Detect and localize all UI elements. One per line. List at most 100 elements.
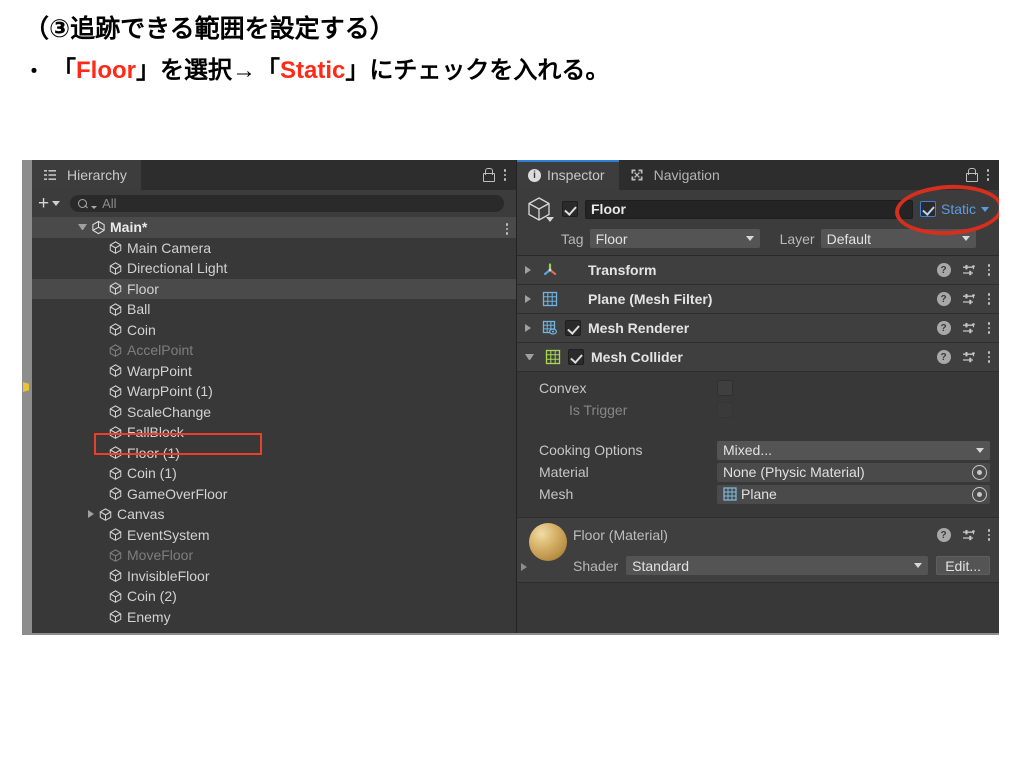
hierarchy-item-gameoverfloor[interactable]: GameOverFloor [32,484,516,505]
component-row-plane-mesh-filter[interactable]: Plane (Mesh Filter)? [517,285,999,314]
window-scrollbar[interactable] [22,160,32,633]
tab-inspector-label: Inspector [547,167,605,183]
lock-icon[interactable] [965,168,978,182]
component-enabled-checkbox[interactable] [565,320,581,336]
hierarchy-search-input[interactable]: All [70,195,504,212]
chevron-down-icon[interactable] [525,354,534,360]
chevron-right-icon[interactable] [525,324,531,332]
component-row-mesh-renderer[interactable]: Mesh Renderer? [517,314,999,343]
tab-hierarchy[interactable]: Hierarchy [32,160,141,190]
hierarchy-item-label: Floor [127,280,159,297]
component-list: Transform? Plane (Mesh Filter)? Mesh Ren… [517,256,999,372]
hierarchy-item-floor-1[interactable]: Floor (1) [32,443,516,464]
hierarchy-item-warppoint-1[interactable]: WarpPoint (1) [32,381,516,402]
is-trigger-checkbox [717,402,733,418]
tag-layer-row: Tag Floor Layer Default [525,229,991,248]
hierarchy-item-canvas[interactable]: Canvas [32,504,516,525]
hierarchy-tree[interactable]: Main* Main Camera Directional Light Floo… [32,217,516,633]
cooking-options-label: Cooking Options [539,442,643,458]
cooking-options-dropdown[interactable]: Mixed... [717,440,990,460]
search-chevron-down-icon [91,206,98,209]
component-title: Plane (Mesh Filter) [588,291,713,307]
component-enabled-checkbox[interactable] [568,349,584,365]
hierarchy-item-label: Main Camera [127,239,212,256]
gameobject-cube-icon [98,507,117,522]
material-foldout-chevron-right-icon[interactable] [521,563,527,571]
chevron-down-icon[interactable] [78,224,87,231]
gameobject-cube-icon[interactable] [525,195,555,223]
gameobject-cube-icon [108,589,127,604]
gameobject-name-input[interactable]: Floor [585,199,913,219]
component-row-transform[interactable]: Transform? [517,256,999,285]
cooking-options-value: Mixed... [723,442,773,458]
hierarchy-scene-root[interactable]: Main* [32,217,516,238]
hierarchy-item-enemy[interactable]: Enemy [32,607,516,628]
help-icon[interactable]: ? [936,292,951,306]
hierarchy-item-warppoint[interactable]: WarpPoint [32,361,516,382]
object-picker-icon[interactable] [972,486,987,502]
mesh-collider-properties: Convex Is Trigger Cooking Options Mixed.… [517,372,999,511]
hierarchy-item-accelpoint[interactable]: AccelPoint [32,340,516,361]
settings-sliders-icon[interactable] [962,322,977,335]
settings-sliders-icon[interactable] [962,264,977,277]
help-icon[interactable]: ? [936,350,951,364]
hierarchy-item-ball[interactable]: Ball [32,299,516,320]
kebab-menu-icon[interactable] [503,169,506,181]
chevron-right-icon[interactable] [88,510,94,519]
hierarchy-item-label: InvisibleFloor [127,567,210,584]
hierarchy-item-floor[interactable]: Floor [32,278,516,299]
layer-dropdown[interactable]: Default [820,229,976,248]
hierarchy-item-eventsystem[interactable]: EventSystem [32,525,516,546]
tab-navigation[interactable]: Navigation [618,160,734,190]
mesh-object-field[interactable]: Plane [717,484,990,504]
kebab-menu-icon[interactable] [987,529,990,541]
hierarchy-item-coin-2[interactable]: Coin (2) [32,586,516,607]
static-toggle-group[interactable]: Static [919,201,991,217]
chevron-down-icon [745,236,754,241]
kebab-menu-icon[interactable] [987,351,990,363]
component-row-mesh-collider[interactable]: Mesh Collider? [517,343,999,372]
help-icon[interactable]: ? [936,528,951,542]
static-chevron-down-icon[interactable] [981,206,989,212]
chevron-right-icon[interactable] [525,295,531,303]
hierarchy-item-label: Coin (1) [127,465,177,482]
scene-kebab-menu-icon[interactable] [505,223,508,235]
settings-sliders-icon[interactable] [962,293,977,306]
gameobject-name-value: Floor [591,201,626,217]
kebab-menu-icon[interactable] [986,169,989,181]
physic-material-object-field[interactable]: None (Physic Material) [717,462,990,482]
hierarchy-item-invisiblefloor[interactable]: InvisibleFloor [32,566,516,587]
hierarchy-item-directional-light[interactable]: Directional Light [32,258,516,279]
layer-label: Layer [779,230,815,247]
object-picker-icon[interactable] [972,464,987,480]
tab-inspector[interactable]: i Inspector [517,160,619,190]
hierarchy-item-fallblock[interactable]: FallBlock [32,422,516,443]
lock-icon[interactable] [482,168,495,182]
hierarchy-item-coin[interactable]: Coin [32,320,516,341]
settings-sliders-icon[interactable] [962,529,977,542]
tab-navigation-label: Navigation [653,167,720,183]
tag-dropdown[interactable]: Floor [589,229,760,248]
kebab-menu-icon[interactable] [987,322,990,334]
cooking-options-row: Cooking Options Mixed... [517,439,999,461]
help-icon[interactable]: ? [936,321,951,335]
chevron-right-icon[interactable] [525,266,531,274]
add-gameobject-button[interactable]: + [38,194,61,213]
shader-edit-button[interactable]: Edit... [936,556,990,575]
static-checkbox[interactable] [919,201,936,217]
hierarchy-item-scalechange[interactable]: ScaleChange [32,402,516,423]
settings-sliders-icon[interactable] [962,351,977,364]
kebab-menu-icon[interactable] [987,264,990,276]
help-icon[interactable]: ? [936,263,951,277]
hierarchy-item-label: Directional Light [127,260,228,277]
gameobject-name-row: Floor Static [525,196,991,222]
gameobject-cube-icon [108,527,127,542]
hierarchy-item-movefloor[interactable]: MoveFloor [32,545,516,566]
gameobject-enabled-checkbox[interactable] [562,201,578,217]
kebab-menu-icon[interactable] [987,293,990,305]
convex-checkbox[interactable] [717,380,733,396]
hierarchy-item-coin-1[interactable]: Coin (1) [32,463,516,484]
shader-dropdown[interactable]: Standard [626,556,929,575]
gameobject-cube-icon [108,609,127,624]
hierarchy-item-main-camera[interactable]: Main Camera [32,238,516,259]
